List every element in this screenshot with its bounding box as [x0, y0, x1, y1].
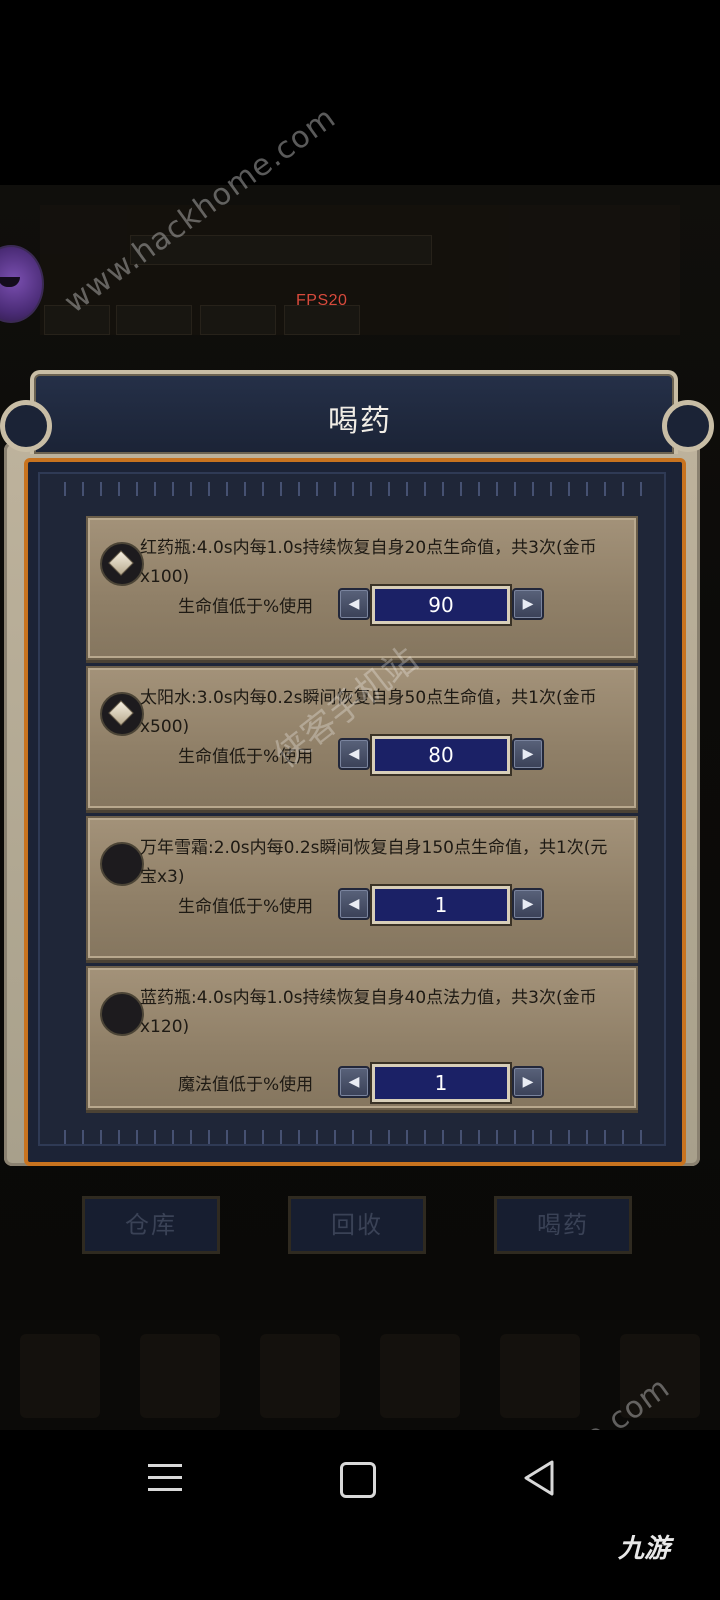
warehouse-button[interactable]: 仓库 — [82, 1196, 220, 1254]
increase-button[interactable]: ▶ — [512, 738, 544, 770]
menu-icon[interactable] — [148, 1464, 182, 1492]
fps-counter: FPS20 — [296, 292, 348, 309]
drink-potion-button[interactable]: 喝药 — [494, 1196, 632, 1254]
threshold-value[interactable]: 80 — [372, 736, 510, 774]
threshold-row: 魔法值低于%使用 ◀ 1 ▶ — [178, 1064, 598, 1102]
potion-card: 蓝药瓶:4.0s内每1.0s持续恢复自身40点法力值，共3次(金币x120) 魔… — [86, 966, 638, 1110]
decrease-button[interactable]: ◀ — [338, 588, 370, 620]
threshold-label: 生命值低于%使用 — [178, 897, 314, 917]
threshold-value[interactable]: 1 — [372, 1064, 510, 1102]
threshold-row: 生命值低于%使用 ◀ 1 ▶ — [178, 886, 598, 924]
diamond-icon[interactable] — [100, 542, 144, 586]
home-icon[interactable] — [340, 1462, 376, 1498]
threshold-row: 生命值低于%使用 ◀ 80 ▶ — [178, 736, 598, 774]
potion-description: 红药瓶:4.0s内每1.0s持续恢复自身20点生命值，共3次(金币x100) — [140, 538, 597, 587]
logo: 九游 — [618, 1534, 671, 1564]
potion-description: 蓝药瓶:4.0s内每1.0s持续恢复自身40点法力值，共3次(金币x120) — [140, 988, 597, 1037]
back-icon[interactable] — [522, 1460, 556, 1496]
threshold-label: 生命值低于%使用 — [178, 597, 314, 617]
potion-card: 红药瓶:4.0s内每1.0s持续恢复自身20点生命值，共3次(金币x100) 生… — [86, 516, 638, 660]
diamond-icon[interactable] — [100, 692, 144, 736]
decrease-button[interactable]: ◀ — [338, 738, 370, 770]
threshold-label: 魔法值低于%使用 — [178, 1075, 314, 1095]
threshold-value[interactable]: 1 — [372, 886, 510, 924]
empty-circle-icon[interactable] — [100, 992, 144, 1036]
navigation-bar — [0, 1430, 720, 1600]
potion-card: 万年雪霜:2.0s内每0.2s瞬间恢复自身150点生命值，共1次(元宝x3) 生… — [86, 816, 638, 960]
potion-description: 万年雪霜:2.0s内每0.2s瞬间恢复自身150点生命值，共1次(元宝x3) — [140, 838, 608, 887]
dialog-title: 喝药 — [328, 404, 392, 439]
increase-button[interactable]: ▶ — [512, 888, 544, 920]
decrease-button[interactable]: ◀ — [338, 1066, 370, 1098]
threshold-value[interactable]: 90 — [372, 586, 510, 624]
recycle-button[interactable]: 回收 — [288, 1196, 426, 1254]
ornament-top — [56, 482, 656, 496]
threshold-row: 生命值低于%使用 ◀ 90 ▶ — [178, 586, 598, 624]
increase-button[interactable]: ▶ — [512, 1066, 544, 1098]
drink-potion-dialog: 喝药 红药瓶:4.0s内每1.0s持续恢复自身20点生命值，共3次(金币x100… — [0, 370, 720, 1170]
ornament-bottom — [56, 1130, 656, 1144]
empty-circle-icon[interactable] — [100, 842, 144, 886]
increase-button[interactable]: ▶ — [512, 588, 544, 620]
decrease-button[interactable]: ◀ — [338, 888, 370, 920]
